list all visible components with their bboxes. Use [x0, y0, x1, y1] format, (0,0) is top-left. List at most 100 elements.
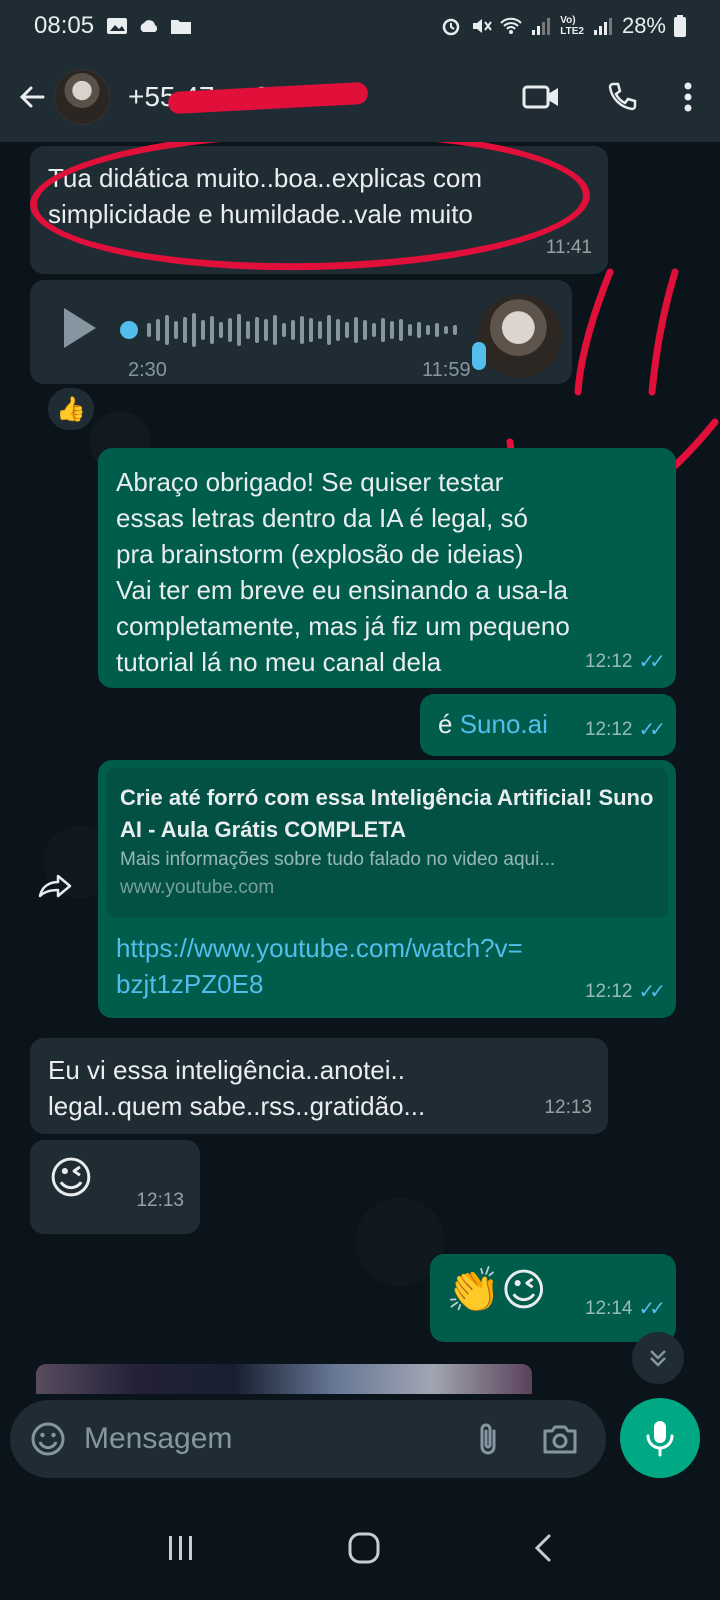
- voice-duration: 2:30: [128, 359, 167, 381]
- waveform-bar: [444, 326, 448, 334]
- chat-header: +55 47 ... 6114: [0, 52, 720, 142]
- emoji-message-outgoing[interactable]: 👏😉 12:14 ✓✓: [430, 1254, 676, 1342]
- message-text-line: Eu vi essa inteligência..anotei..: [48, 1055, 405, 1085]
- read-ticks-icon: ✓✓: [638, 1298, 665, 1320]
- message-outgoing[interactable]: é Suno.ai 12:12 ✓✓: [420, 694, 676, 756]
- message-emoji: 👏😉: [446, 1266, 547, 1315]
- status-bar: 08:05 Vo) LTE2 28%: [0, 0, 720, 52]
- message-link[interactable]: Suno.ai: [460, 709, 548, 739]
- message-time: 12:12: [584, 651, 633, 672]
- chevrons-down-icon[interactable]: [632, 1332, 684, 1384]
- battery-icon: [674, 15, 686, 37]
- link-preview[interactable]: Crie até forró com essa Inteligência Art…: [106, 768, 668, 918]
- waveform-bar: [345, 322, 349, 338]
- mic-icon: [646, 1421, 674, 1457]
- emoji-icon[interactable]: [30, 1421, 66, 1457]
- message-text-line: tutorial lá no meu canal dela: [116, 647, 442, 677]
- phone-icon[interactable]: [606, 81, 638, 113]
- folder-icon: [171, 20, 192, 34]
- message-emoji: 😉: [48, 1154, 94, 1203]
- waveform-bar: [399, 319, 403, 341]
- waveform-bar: [264, 319, 268, 341]
- voice-waveform[interactable]: [120, 310, 470, 350]
- waveform-bar: [318, 321, 322, 339]
- waveform-bar: [381, 318, 385, 342]
- alarm-icon: [442, 18, 460, 36]
- read-ticks-icon: ✓✓: [638, 719, 665, 741]
- video-call-icon[interactable]: [522, 83, 560, 111]
- message-text-line: Vai ter em breve eu ensinando a usa-la: [116, 575, 568, 605]
- message-input[interactable]: Mensagem: [84, 1422, 474, 1456]
- playback-position-dot[interactable]: [120, 321, 138, 339]
- link-preview-description: Mais informações sobre tudo falado no vi…: [120, 849, 556, 870]
- message-text-line: essas letras dentro da IA é legal, só: [116, 503, 528, 533]
- link-preview-domain: www.youtube.com: [120, 877, 275, 898]
- message-time: 12:13: [136, 1190, 184, 1211]
- message-time: 12:12: [584, 981, 633, 1002]
- waveform-bar: [165, 315, 169, 345]
- contact-name[interactable]: +55 47 ... 6114: [128, 81, 369, 115]
- blurred-message-preview: [36, 1364, 532, 1394]
- message-text-line: pra brainstorm (explosão de ideias): [116, 539, 524, 569]
- arrow-left-icon[interactable]: [14, 79, 50, 115]
- mic-button[interactable]: [620, 1398, 700, 1478]
- volte-label: Vo): [560, 15, 576, 26]
- waveform-bar: [417, 322, 421, 338]
- cloud-icon: [140, 20, 158, 32]
- message-time: 12:14: [584, 1298, 633, 1319]
- emoji-message-incoming[interactable]: 😉 12:13: [30, 1140, 200, 1234]
- camera-icon[interactable]: [542, 1423, 578, 1455]
- paperclip-icon[interactable]: [474, 1421, 502, 1457]
- waveform-bar: [228, 318, 232, 342]
- waveform-bar: [219, 322, 223, 338]
- contact-avatar[interactable]: [54, 69, 110, 125]
- waveform-bar: [390, 321, 394, 339]
- waveform-bar: [147, 323, 151, 337]
- signal-icon: [532, 18, 551, 35]
- waveform-bar: [372, 323, 376, 337]
- more-vert-icon[interactable]: [684, 82, 692, 112]
- message-outgoing[interactable]: Abraço obrigado! Se quiser testar essas …: [98, 448, 676, 688]
- message-text-line: completamente, mas já fiz um pequeno: [116, 611, 570, 641]
- system-nav-bar: [0, 1496, 720, 1600]
- gallery-icon: [107, 18, 128, 34]
- waveform-bar: [183, 317, 187, 343]
- mute-icon: [473, 19, 493, 33]
- waveform-bar: [237, 314, 241, 346]
- waveform-bar: [156, 319, 160, 341]
- waveform-bar: [354, 317, 358, 343]
- waveform-bar: [255, 317, 259, 343]
- message-time: 12:13: [544, 1097, 592, 1118]
- waveform-bar: [435, 323, 439, 337]
- waveform-bar: [426, 325, 430, 335]
- recent-apps-icon[interactable]: [165, 1534, 197, 1562]
- waveform-bar: [309, 318, 313, 342]
- waveform-bar: [192, 313, 196, 347]
- back-nav-icon[interactable]: [531, 1532, 555, 1564]
- waveform-bar: [336, 319, 340, 341]
- signal-icon-2: [593, 18, 612, 35]
- waveform-bar: [282, 323, 286, 337]
- read-ticks-icon: ✓✓: [638, 981, 665, 1003]
- message-incoming[interactable]: Eu vi essa inteligência..anotei.. legal.…: [30, 1038, 608, 1134]
- mic-icon: [472, 342, 486, 370]
- wifi-icon: [500, 17, 522, 34]
- chat-area[interactable]: Tua didática muito..boa..explicas com si…: [0, 142, 720, 1404]
- home-icon[interactable]: [347, 1531, 381, 1565]
- battery-percent: 28%: [621, 13, 666, 38]
- link-preview-title: Crie até forró com essa Inteligência Art…: [120, 785, 654, 842]
- play-icon[interactable]: [64, 308, 96, 348]
- reaction-badge[interactable]: 👍: [46, 386, 96, 432]
- waveform-bar: [273, 315, 277, 345]
- waveform-bar: [201, 320, 205, 340]
- message-text-line: Abraço obrigado! Se quiser testar: [116, 467, 504, 497]
- read-ticks-icon: ✓✓: [638, 651, 665, 673]
- waveform-bar: [453, 325, 457, 335]
- waveform-bar: [246, 321, 250, 339]
- message-input-bar[interactable]: Mensagem: [10, 1400, 606, 1478]
- link-message[interactable]: Crie até forró com essa Inteligência Art…: [98, 760, 676, 1018]
- message-time: 11:59: [422, 359, 471, 381]
- forward-icon[interactable]: [36, 872, 76, 902]
- waveform-bar: [210, 316, 214, 344]
- message-link[interactable]: https://www.youtube.com/watch?v= bzjt1zP…: [106, 918, 668, 1014]
